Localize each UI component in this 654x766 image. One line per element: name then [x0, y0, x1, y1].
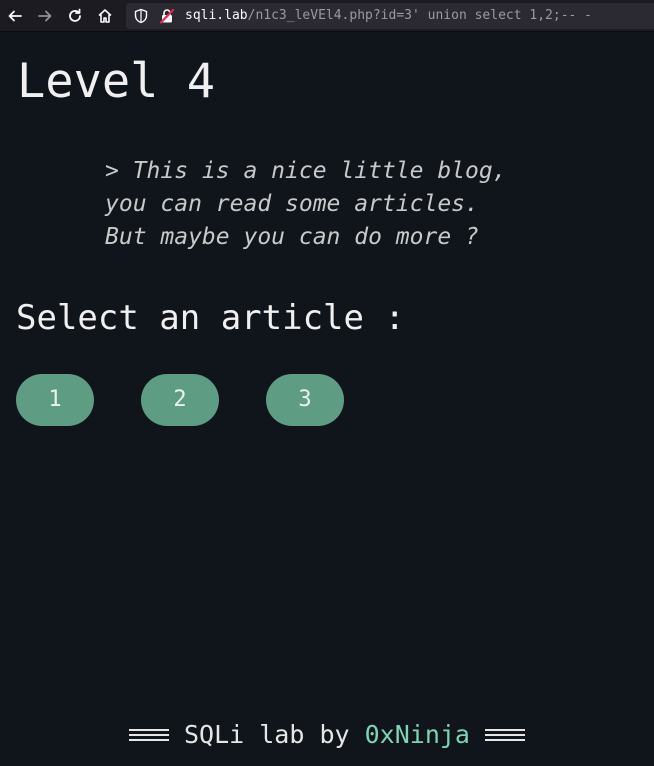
url-host: sqli.lab	[185, 8, 248, 23]
article-3-button[interactable]: 3	[266, 374, 344, 426]
intro-text: > This is a nice little blog, you can re…	[105, 158, 507, 250]
url-path: /n1c3_leVEl4.php?id=3' union select 1,2;…	[247, 8, 592, 23]
insecure-lock-icon[interactable]	[159, 8, 175, 24]
footer-right-decoration	[484, 729, 525, 741]
url-text: sqli.lab/n1c3_leVEl4.php?id=3' union sel…	[185, 8, 592, 24]
footer-text: SQLi lab by 0xNinja	[184, 716, 470, 754]
back-arrow-icon[interactable]	[5, 6, 25, 26]
article-1-button[interactable]: 1	[16, 374, 94, 426]
footer-author-link[interactable]: 0xNinja	[365, 720, 470, 749]
article-2-button[interactable]: 2	[141, 374, 219, 426]
home-icon[interactable]	[95, 6, 115, 26]
address-bar[interactable]: sqli.lab/n1c3_leVEl4.php?id=3' union sel…	[126, 3, 654, 29]
browser-toolbar: sqli.lab/n1c3_leVEl4.php?id=3' union sel…	[0, 0, 654, 32]
shield-icon[interactable]	[133, 8, 149, 24]
page-title: Level 4	[17, 54, 216, 109]
footer: SQLi lab by 0xNinja	[0, 716, 654, 754]
footer-prefix: SQLi lab by	[184, 720, 365, 749]
forward-arrow-icon[interactable]	[35, 6, 55, 26]
footer-left-decoration	[129, 729, 169, 741]
section-heading: Select an article :	[16, 298, 405, 338]
reload-icon[interactable]	[65, 6, 85, 26]
